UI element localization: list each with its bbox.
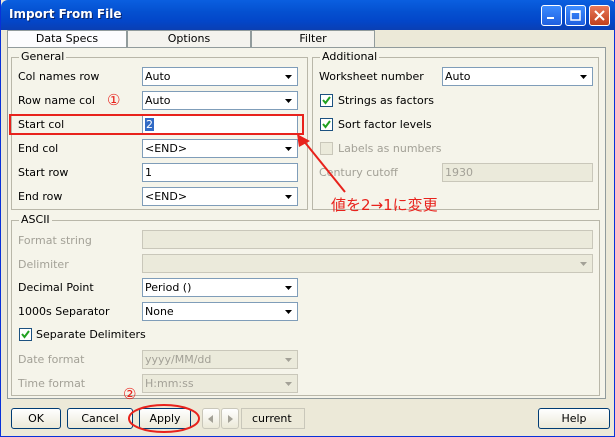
additional-group-label: Additional xyxy=(320,50,380,63)
ascii-group-label: ASCII xyxy=(19,213,52,226)
maximize-icon xyxy=(570,10,581,21)
end-col-select[interactable]: <END> xyxy=(142,139,298,158)
end-col-label: End col xyxy=(18,142,59,155)
decimal-point-label: Decimal Point xyxy=(18,281,94,294)
help-button[interactable]: Help xyxy=(538,408,610,429)
date-format-select[interactable]: yyyy/MM/dd xyxy=(142,350,298,369)
maximize-button[interactable] xyxy=(565,5,586,26)
row-name-col-select[interactable]: Auto xyxy=(142,91,298,110)
col-names-row-select[interactable]: Auto xyxy=(142,67,298,86)
strings-as-factors-checkbox[interactable] xyxy=(320,94,333,107)
step-two-marker: ② xyxy=(123,385,137,403)
chevron-down-icon xyxy=(285,382,292,386)
checkmark-icon xyxy=(322,96,331,105)
change-value-note: 値を2→1に変更 xyxy=(331,196,438,214)
col-names-row-label: Col names row xyxy=(18,70,100,83)
start-row-field[interactable]: 1 xyxy=(142,163,298,182)
close-button[interactable] xyxy=(589,5,610,26)
title-bar[interactable]: Import From File xyxy=(1,0,615,30)
window-title: Import From File xyxy=(9,7,122,21)
chevron-down-icon xyxy=(285,99,292,103)
apply-highlight-ellipse xyxy=(128,404,200,433)
step-one-marker: ① xyxy=(107,91,121,109)
ok-button[interactable]: OK xyxy=(11,408,61,429)
data-specs-panel: General Col names row Auto Row name col … xyxy=(7,47,606,399)
worksheet-number-label: Worksheet number xyxy=(319,70,424,83)
previous-button[interactable] xyxy=(202,408,220,429)
labels-as-numbers-label: Labels as numbers xyxy=(338,142,442,155)
minimize-icon xyxy=(547,17,554,19)
chevron-down-icon xyxy=(580,262,587,266)
chevron-down-icon xyxy=(285,358,292,362)
format-string-label: Format string xyxy=(18,234,92,247)
sort-factor-levels-label: Sort factor levels xyxy=(338,118,432,131)
worksheet-number-select[interactable]: Auto xyxy=(442,67,593,86)
tab-filter[interactable]: Filter xyxy=(251,30,375,48)
decimal-point-select[interactable]: Period () xyxy=(142,278,298,297)
separate-delimiters-checkbox[interactable] xyxy=(19,328,32,341)
start-col-highlight xyxy=(9,114,304,135)
chevron-right-icon xyxy=(228,415,233,423)
strings-as-factors-label: Strings as factors xyxy=(338,94,434,107)
checkmark-icon xyxy=(21,330,30,339)
end-row-label: End row xyxy=(18,190,63,203)
start-row-label: Start row xyxy=(18,166,69,179)
chevron-left-icon xyxy=(208,415,213,423)
close-icon xyxy=(594,10,605,21)
chevron-down-icon xyxy=(285,310,292,314)
annotation-arrow-icon xyxy=(297,134,346,193)
chevron-down-icon xyxy=(285,286,292,290)
separator-select[interactable]: None xyxy=(142,302,298,321)
separate-delimiters-label: Separate Delimiters xyxy=(36,328,146,341)
tab-data-specs[interactable]: Data Specs xyxy=(7,30,127,48)
delimiter-label: Delimiter xyxy=(18,258,69,271)
format-string-field[interactable] xyxy=(142,230,593,249)
separator-label: 1000s Separator xyxy=(18,305,110,318)
date-format-label: Date format xyxy=(18,353,85,366)
import-from-file-dialog: Import From File Data Specs Options Filt… xyxy=(0,0,615,437)
chevron-down-icon xyxy=(285,75,292,79)
time-format-label: Time format xyxy=(18,377,86,390)
general-group-label: General xyxy=(19,50,67,63)
century-cutoff-field[interactable]: 1930 xyxy=(442,163,593,182)
time-format-select[interactable]: H:mm:ss xyxy=(142,374,298,393)
chevron-down-icon xyxy=(580,75,587,79)
minimize-button[interactable] xyxy=(541,5,562,26)
checkmark-icon xyxy=(322,120,331,129)
tab-options[interactable]: Options xyxy=(127,30,251,48)
cancel-button[interactable]: Cancel xyxy=(67,408,133,429)
row-name-col-label: Row name col xyxy=(18,94,95,107)
delimiter-select[interactable] xyxy=(142,254,593,273)
next-button[interactable] xyxy=(221,408,239,429)
current-indicator: current xyxy=(241,408,305,429)
end-row-select[interactable]: <END> xyxy=(142,187,298,206)
